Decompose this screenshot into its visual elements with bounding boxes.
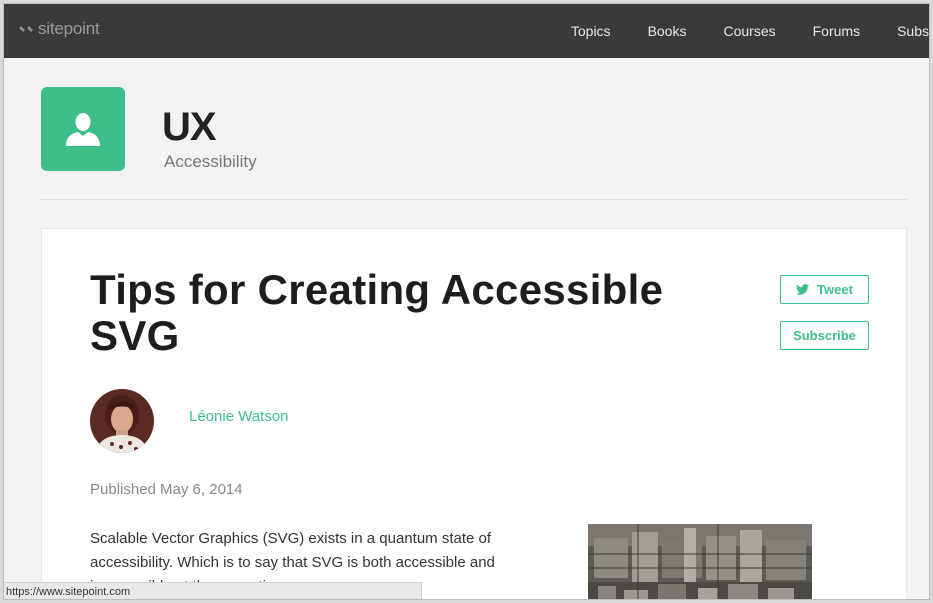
subscribe-button[interactable]: Subscribe: [780, 321, 869, 350]
twitter-icon: [796, 284, 810, 295]
nav-books[interactable]: Books: [648, 23, 687, 39]
nav-courses[interactable]: Courses: [723, 23, 775, 39]
header-divider: [41, 199, 907, 200]
nav-subscribe[interactable]: Subs: [897, 23, 929, 39]
browser-status-url: https://www.sitepoint.com: [4, 582, 422, 599]
nav-forums[interactable]: Forums: [813, 23, 860, 39]
author-photo: [90, 389, 154, 453]
article-title: Tips for Creating Accessible SVG: [90, 266, 664, 359]
user-icon: [66, 113, 100, 146]
category-badge[interactable]: [41, 87, 125, 171]
tweet-button[interactable]: Tweet: [780, 275, 869, 304]
article-hero-image: [588, 524, 812, 599]
category-title: UX: [162, 105, 217, 149]
city-model-photo: [588, 524, 812, 599]
sitepoint-logo[interactable]: sitepoint: [18, 18, 100, 40]
logo-text: sitepoint: [38, 19, 100, 38]
main-nav: Topics Books Courses Forums Subs: [534, 4, 929, 58]
subscribe-label: Subscribe: [793, 328, 856, 343]
top-navigation-bar: sitepoint Topics Books Courses Forums Su…: [4, 4, 929, 58]
sitepoint-logo-icon: [19, 20, 33, 38]
browser-viewport: sitepoint Topics Books Courses Forums Su…: [3, 3, 930, 600]
published-date: Published May 6, 2014: [90, 481, 243, 498]
author-link[interactable]: Léonie Watson: [189, 408, 289, 425]
nav-topics[interactable]: Topics: [571, 23, 611, 39]
tweet-label: Tweet: [817, 282, 853, 297]
category-subtitle[interactable]: Accessibility: [164, 152, 257, 172]
article-card: Tips for Creating Accessible SVG Tweet S…: [41, 228, 907, 599]
author-avatar[interactable]: [90, 389, 154, 453]
